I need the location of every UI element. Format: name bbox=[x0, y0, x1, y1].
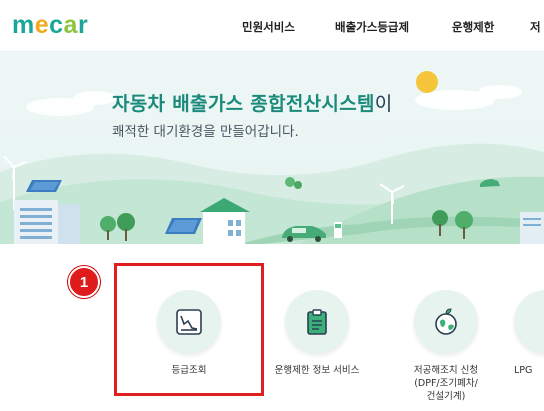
service-low-emission-apply-sub1: (DPF/조기폐차/ bbox=[414, 378, 478, 389]
clipboard-icon bbox=[307, 309, 327, 335]
service-restriction-info-label: 운행제한 정보 서비스 bbox=[274, 365, 360, 376]
hero-title-suffix: 이 bbox=[374, 93, 393, 115]
hero-title-main: 자동차 배출가스 종합전산시스템 bbox=[112, 93, 375, 115]
service-restriction-info[interactable]: 운행제한 정보 서비스 bbox=[257, 290, 377, 377]
globe-leaf-icon bbox=[435, 308, 457, 335]
nav-driving-restriction[interactable]: 운행제한 bbox=[452, 19, 494, 35]
nav-civil-service[interactable]: 민원서비스 bbox=[242, 19, 295, 35]
service-lpg-circle[interactable] bbox=[514, 290, 544, 354]
hero-subtitle: 쾌적한 대기환경을 만들어갑니다. bbox=[112, 124, 299, 140]
partial-icon bbox=[529, 307, 539, 337]
service-lpg-label: LPG bbox=[514, 365, 533, 376]
service-low-emission-apply-label: 저공해조치 신청 bbox=[413, 365, 479, 376]
nav-more[interactable]: 저 bbox=[530, 19, 541, 35]
hero-banner: 자동차 배출가스 종합전산시스템이 쾌적한 대기환경을 만들어갑니다. bbox=[0, 52, 544, 244]
service-restriction-info-circle[interactable] bbox=[285, 290, 349, 354]
step-marker: 1 bbox=[68, 266, 100, 298]
site-header: mecar 민원서비스 배출가스등급제 운행제한 저 bbox=[0, 0, 544, 52]
service-low-emission-apply[interactable]: 저공해조치 신청 (DPF/조기폐차/ 건설기계) bbox=[386, 290, 506, 403]
hero-title: 자동차 배출가스 종합전산시스템이 bbox=[112, 89, 393, 116]
highlight-box bbox=[114, 263, 264, 396]
service-low-emission-apply-sub2: 건설기계) bbox=[426, 391, 466, 402]
site-logo[interactable]: mecar bbox=[12, 10, 88, 40]
service-low-emission-apply-circle[interactable] bbox=[414, 290, 478, 354]
nav-emission-grade[interactable]: 배출가스등급제 bbox=[335, 19, 409, 35]
hero-illustration bbox=[0, 71, 544, 244]
service-lpg[interactable]: LPG bbox=[514, 290, 544, 377]
